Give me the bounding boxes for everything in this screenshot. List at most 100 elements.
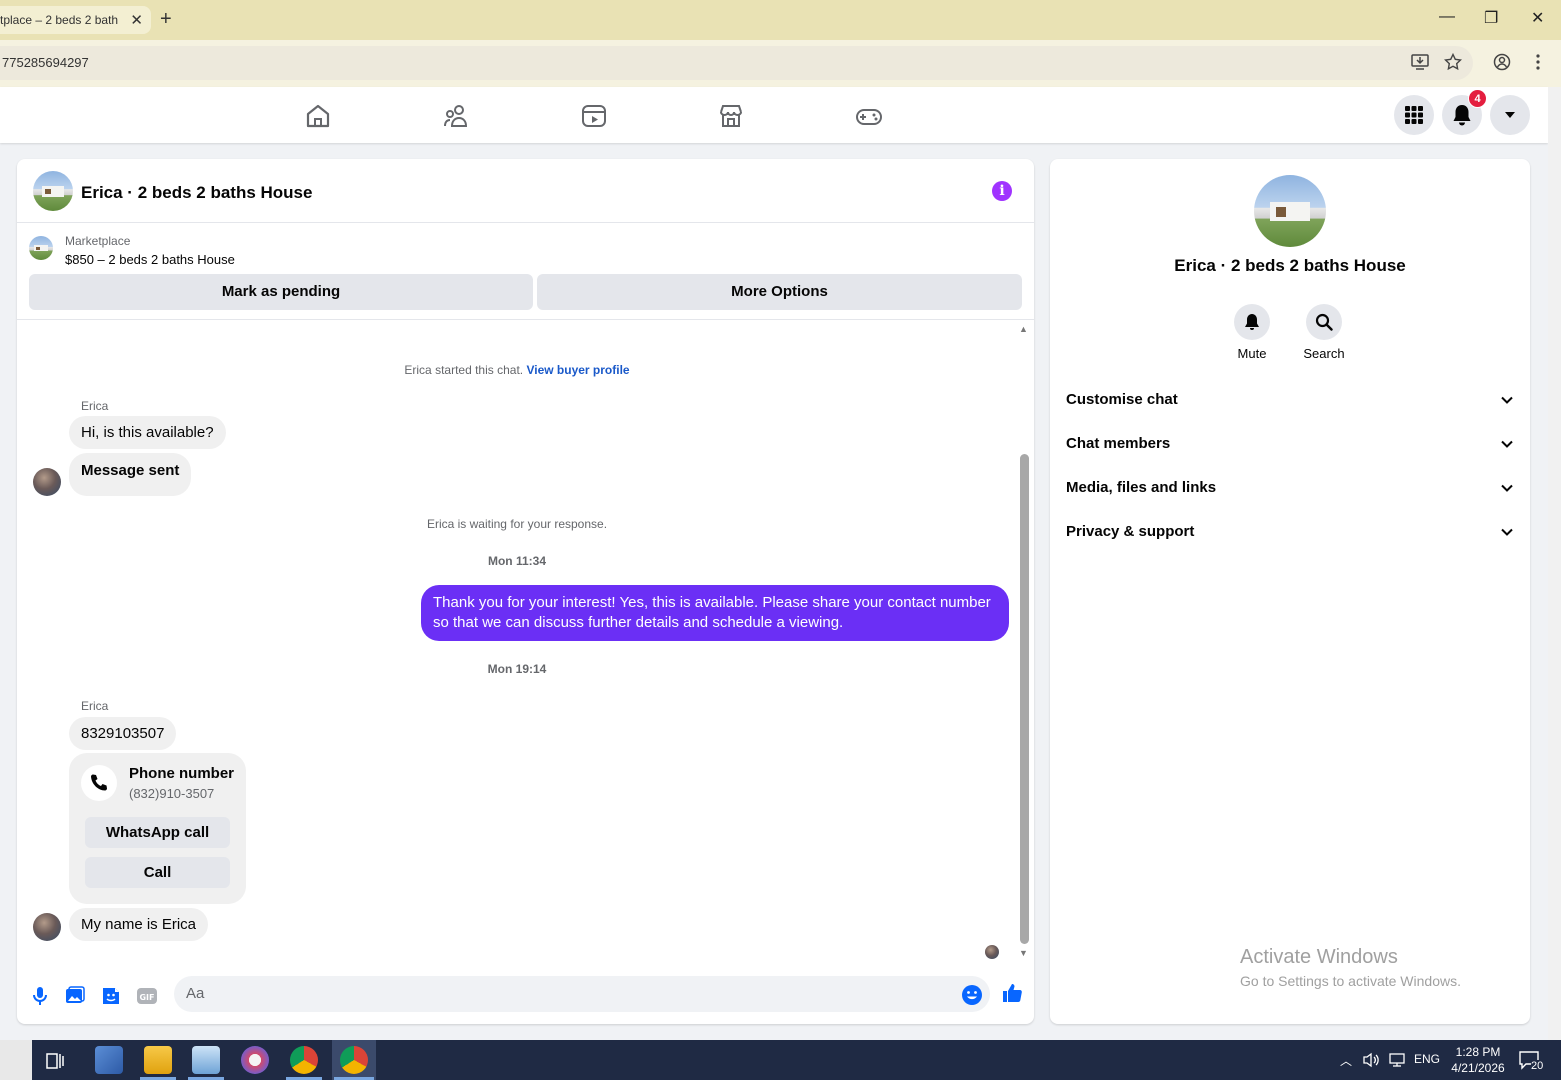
home-icon[interactable] [304, 102, 332, 130]
section-label: Media, files and links [1066, 479, 1217, 496]
listing-thumbnail[interactable] [29, 236, 53, 260]
incoming-message[interactable]: Message sent [69, 453, 192, 496]
sticker-icon[interactable] [100, 985, 122, 1007]
close-window-icon[interactable]: ✕ [1531, 8, 1544, 28]
emoji-icon[interactable] [961, 984, 983, 1006]
whatsapp-call-button[interactable]: WhatsApp call [85, 817, 230, 848]
thumbs-up-icon[interactable] [1001, 982, 1023, 1004]
chrome-icon[interactable] [290, 1046, 318, 1074]
windows-taskbar: ︿ ENG 1:28 PM 4/21/2026 20 [0, 1040, 1561, 1080]
url-field[interactable]: 775285694297 [0, 46, 1473, 80]
sender-name: Erica [81, 699, 109, 713]
page-scrollbar[interactable] [1548, 87, 1561, 1040]
phone-card-title: Phone number [129, 765, 235, 782]
section-media-files-links[interactable]: Media, files and links [1066, 479, 1518, 509]
listing-avatar[interactable] [33, 171, 73, 211]
watermark-title: Activate Windows [1240, 946, 1398, 968]
watermark-subtitle: Go to Settings to activate Windows. [1240, 973, 1461, 989]
browser-tab-bar: tplace – 2 beds 2 bath ✕ + — ❐ ✕ [0, 0, 1561, 40]
message-composer: GIF Aa [17, 961, 1034, 1024]
mark-pending-button[interactable]: Mark as pending [29, 274, 533, 310]
browser-tab[interactable]: tplace – 2 beds 2 bath ✕ [0, 6, 151, 34]
install-app-icon[interactable] [1411, 53, 1429, 71]
chat-title[interactable]: Erica · 2 beds 2 baths House [81, 183, 312, 203]
bookmark-star-icon[interactable] [1444, 53, 1462, 71]
address-bar-row: 775285694297 [0, 40, 1561, 87]
section-label: Customise chat [1066, 391, 1178, 408]
file-explorer-icon[interactable] [144, 1046, 172, 1074]
chevron-down-icon [1501, 484, 1513, 492]
call-button[interactable]: Call [85, 857, 230, 888]
search-button[interactable] [1306, 304, 1342, 340]
scroll-down-icon[interactable]: ▼ [1019, 948, 1028, 958]
read-receipt-avatar [985, 945, 999, 959]
caret-down-icon [1505, 112, 1515, 118]
photo-icon[interactable] [64, 985, 86, 1007]
chevron-down-icon [1501, 396, 1513, 404]
grid-menu-icon [1405, 106, 1423, 124]
gif-icon[interactable]: GIF [136, 985, 158, 1007]
friends-icon[interactable] [442, 102, 470, 130]
view-buyer-profile-link[interactable]: View buyer profile [526, 363, 629, 377]
chat-started-text: Erica started this chat. [404, 363, 524, 377]
scroll-up-icon[interactable]: ▲ [1019, 324, 1028, 334]
listing-price-title[interactable]: $850 – 2 beds 2 baths House [65, 252, 235, 267]
mute-action[interactable]: Mute [1217, 304, 1287, 361]
tab-title: tplace – 2 beds 2 bath [0, 13, 118, 27]
account-button[interactable] [1490, 95, 1530, 135]
this-pc-icon[interactable] [95, 1046, 123, 1074]
notification-count: 20 [1531, 1060, 1544, 1072]
bell-icon [1453, 105, 1471, 126]
phone-icon [91, 774, 107, 791]
language-indicator[interactable]: ENG [1414, 1052, 1440, 1066]
chat-header: Erica · 2 beds 2 baths House i [17, 159, 1034, 223]
profile-avatar[interactable] [1254, 175, 1326, 247]
svg-text:GIF: GIF [139, 993, 154, 1002]
volume-icon[interactable] [1362, 1052, 1380, 1068]
profile-icon[interactable] [1493, 53, 1511, 71]
start-button[interactable] [0, 1040, 32, 1080]
message-input[interactable]: Aa [174, 976, 990, 1012]
incoming-message[interactable]: My name is Erica [69, 908, 209, 941]
tab-close-icon[interactable]: ✕ [130, 11, 143, 29]
menu-apps-button[interactable] [1394, 95, 1434, 135]
restore-icon[interactable]: ❐ [1484, 8, 1498, 28]
taskbar-clock[interactable]: 1:28 PM 4/21/2026 [1448, 1044, 1508, 1076]
sender-name: Erica [81, 399, 109, 413]
clock-time: 1:28 PM [1455, 1045, 1501, 1059]
messages-scrollbar[interactable]: ▲ ▼ [1018, 321, 1032, 961]
search-action[interactable]: Search [1289, 304, 1359, 361]
network-icon[interactable] [1388, 1052, 1406, 1068]
sender-avatar[interactable] [33, 913, 61, 941]
listing-banner: Marketplace $850 – 2 beds 2 baths House … [17, 224, 1034, 320]
incoming-message[interactable]: 8329103507 [69, 717, 177, 750]
microphone-icon[interactable] [29, 985, 51, 1007]
section-privacy-support[interactable]: Privacy & support [1066, 523, 1518, 553]
section-customise-chat[interactable]: Customise chat [1066, 391, 1518, 421]
video-icon[interactable] [580, 102, 608, 130]
scrollbar-thumb[interactable] [1020, 454, 1029, 944]
new-tab-icon[interactable]: + [160, 8, 172, 30]
phone-icon-circle [81, 765, 117, 801]
minimize-icon[interactable]: — [1439, 8, 1455, 26]
marketplace-icon[interactable] [717, 102, 745, 130]
incoming-message[interactable]: Hi, is this available? [69, 416, 226, 449]
info-icon[interactable]: i [992, 181, 1012, 201]
tray-expand-icon[interactable]: ︿ [1340, 1052, 1352, 1069]
mute-button[interactable] [1234, 304, 1270, 340]
gaming-icon[interactable] [855, 102, 883, 130]
outgoing-message[interactable]: Thank you for your interest! Yes, this i… [421, 585, 1009, 641]
chat-info-panel: Erica · 2 beds 2 baths House Mute Search… [1050, 159, 1530, 1024]
notepad-icon[interactable] [192, 1046, 220, 1074]
sender-avatar[interactable] [33, 468, 61, 496]
more-options-button[interactable]: More Options [537, 274, 1022, 310]
section-chat-members[interactable]: Chat members [1066, 435, 1518, 465]
message-list: Erica started this chat. View buyer prof… [17, 321, 1034, 961]
timestamp: Mon 11:34 [487, 554, 547, 568]
section-label: Chat members [1066, 435, 1171, 452]
chrome-profile-icon[interactable] [340, 1046, 368, 1074]
facebook-top-nav [0, 87, 1548, 143]
paint-icon[interactable] [241, 1046, 269, 1074]
task-view-icon[interactable] [44, 1050, 66, 1072]
browser-menu-icon[interactable] [1534, 53, 1542, 71]
